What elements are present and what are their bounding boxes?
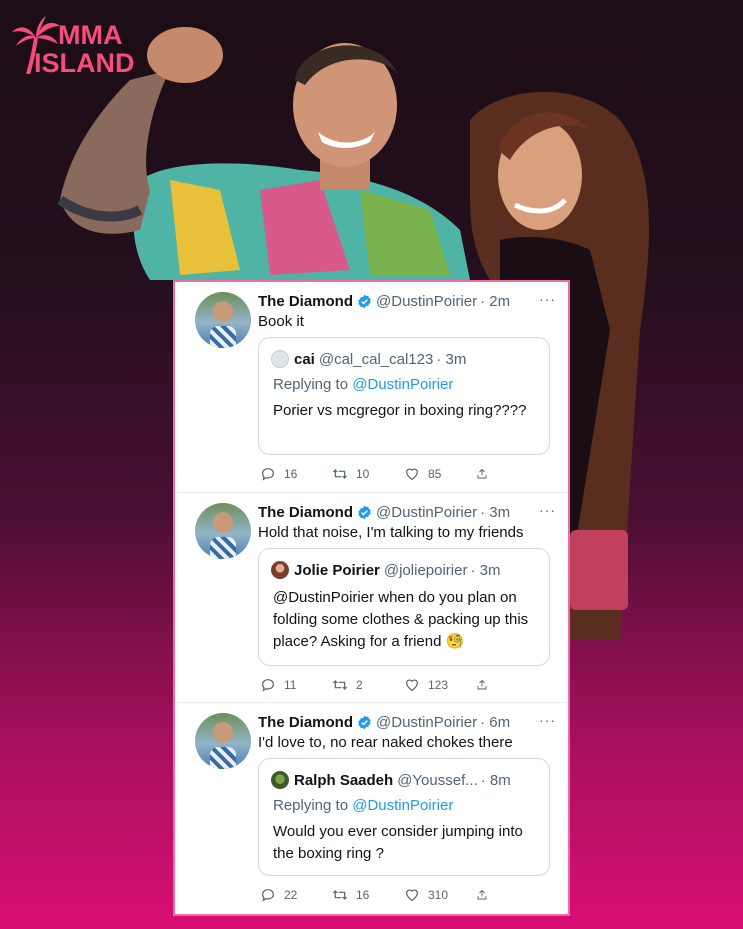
tweet[interactable]: The Diamond @DustinPoirier · 2m ··· Book… xyxy=(175,282,568,493)
tweet-thread-card: The Diamond @DustinPoirier · 2m ··· Book… xyxy=(173,280,570,916)
quoted-time: · 3m xyxy=(470,561,501,579)
mention-link[interactable]: @DustinPoirier xyxy=(352,797,453,814)
avatar[interactable] xyxy=(195,713,251,769)
share-icon xyxy=(477,679,487,690)
tweet-time[interactable]: · 3m xyxy=(480,504,510,521)
tweet-header: The Diamond @DustinPoirier · 6m xyxy=(258,711,556,733)
mention-link[interactable]: @DustinPoirier xyxy=(352,376,453,393)
quoted-text: Porier vs mcgregor in boxing ring???? xyxy=(273,402,527,419)
tweet-actions: 22 16 310 xyxy=(260,885,510,905)
quoted-tweet[interactable]: Ralph Saadeh @Youssef... · 8m Replying t… xyxy=(258,758,550,876)
reply-button[interactable]: 11 xyxy=(260,677,332,693)
like-count: 85 xyxy=(428,467,442,481)
reply-button[interactable]: 22 xyxy=(260,887,332,903)
author-name[interactable]: The Diamond xyxy=(258,714,353,731)
reply-count: 11 xyxy=(284,678,297,692)
quoted-author-name: Jolie Poirier xyxy=(294,561,380,579)
retweet-icon xyxy=(332,890,348,900)
tweet-actions: 11 2 123 xyxy=(260,675,510,695)
quoted-author-handle: @Youssef... xyxy=(397,771,478,789)
retweet-count: 16 xyxy=(356,888,370,902)
share-button[interactable] xyxy=(476,677,496,693)
share-button[interactable] xyxy=(476,887,496,903)
tweet-text: I'd love to, no rear naked chokes there xyxy=(258,734,513,751)
reply-count: 16 xyxy=(284,467,298,481)
retweet-count: 10 xyxy=(356,467,370,481)
quoted-author-handle: @joliepoirier xyxy=(383,561,468,579)
reply-count: 22 xyxy=(284,888,298,902)
quoted-time: · 3m xyxy=(436,350,467,368)
quoted-tweet[interactable]: Jolie Poirier @joliepoirier · 3m @Dustin… xyxy=(258,548,550,666)
retweet-button[interactable]: 16 xyxy=(332,887,404,903)
more-dots-icon[interactable]: ··· xyxy=(539,503,556,517)
tweet[interactable]: The Diamond @DustinPoirier · 3m ··· Hold… xyxy=(175,493,568,703)
avatar[interactable] xyxy=(195,503,251,559)
verified-badge-icon xyxy=(358,505,371,519)
quoted-avatar xyxy=(271,771,289,789)
like-button[interactable]: 310 xyxy=(404,887,476,903)
verified-badge-icon xyxy=(358,294,371,308)
quoted-author-handle: @cal_cal_cal123 xyxy=(318,350,434,368)
reply-icon xyxy=(262,889,274,902)
like-count: 123 xyxy=(428,678,449,692)
heart-icon xyxy=(406,468,418,481)
tweet-header: The Diamond @DustinPoirier · 3m xyxy=(258,501,556,523)
quoted-text: Would you ever consider jumping into the… xyxy=(273,823,523,862)
like-button[interactable]: 85 xyxy=(404,466,476,482)
like-button[interactable]: 123 xyxy=(404,677,476,693)
replying-to: Replying to @DustinPoirier xyxy=(273,376,454,393)
more-dots-icon[interactable]: ··· xyxy=(539,713,556,727)
author-handle[interactable]: @DustinPoirier xyxy=(376,714,477,731)
retweet-icon xyxy=(332,469,348,479)
tweet-text: Hold that noise, I'm talking to my frien… xyxy=(258,524,524,541)
share-icon xyxy=(477,468,487,479)
tweet-time[interactable]: · 2m xyxy=(480,293,510,310)
quoted-avatar xyxy=(271,350,289,368)
author-handle[interactable]: @DustinPoirier xyxy=(376,504,477,521)
retweet-button[interactable]: 2 xyxy=(332,677,404,693)
tweet[interactable]: The Diamond @DustinPoirier · 6m ··· I'd … xyxy=(175,703,568,914)
quoted-author-name: Ralph Saadeh xyxy=(294,771,394,789)
share-icon xyxy=(477,889,487,900)
retweet-button[interactable]: 10 xyxy=(332,466,404,482)
quoted-time: · 8m xyxy=(480,771,511,789)
tweet-time[interactable]: · 6m xyxy=(480,714,510,731)
reply-icon xyxy=(262,468,274,481)
replying-to: Replying to @DustinPoirier xyxy=(273,797,454,814)
author-name[interactable]: The Diamond xyxy=(258,504,353,521)
like-count: 310 xyxy=(428,888,449,902)
reply-button[interactable]: 16 xyxy=(260,466,332,482)
tweet-header: The Diamond @DustinPoirier · 2m xyxy=(258,290,556,312)
quoted-author-name: cai xyxy=(294,350,315,368)
retweet-count: 2 xyxy=(356,678,363,692)
reply-icon xyxy=(262,679,274,692)
heart-icon xyxy=(406,889,418,902)
retweet-icon xyxy=(332,680,348,690)
quoted-text: @DustinPoirier when do you plan on foldi… xyxy=(273,589,529,650)
author-name[interactable]: The Diamond xyxy=(258,293,353,310)
share-button[interactable] xyxy=(476,466,496,482)
heart-icon xyxy=(406,679,418,692)
avatar[interactable] xyxy=(195,292,251,348)
quoted-tweet[interactable]: cai @cal_cal_cal123 · 3m Replying to @Du… xyxy=(258,337,550,455)
tweet-actions: 16 10 85 xyxy=(260,464,510,484)
more-dots-icon[interactable]: ··· xyxy=(539,292,556,306)
author-handle[interactable]: @DustinPoirier xyxy=(376,293,477,310)
quoted-avatar xyxy=(271,561,289,579)
verified-badge-icon xyxy=(358,715,371,729)
tweet-text: Book it xyxy=(258,313,304,330)
